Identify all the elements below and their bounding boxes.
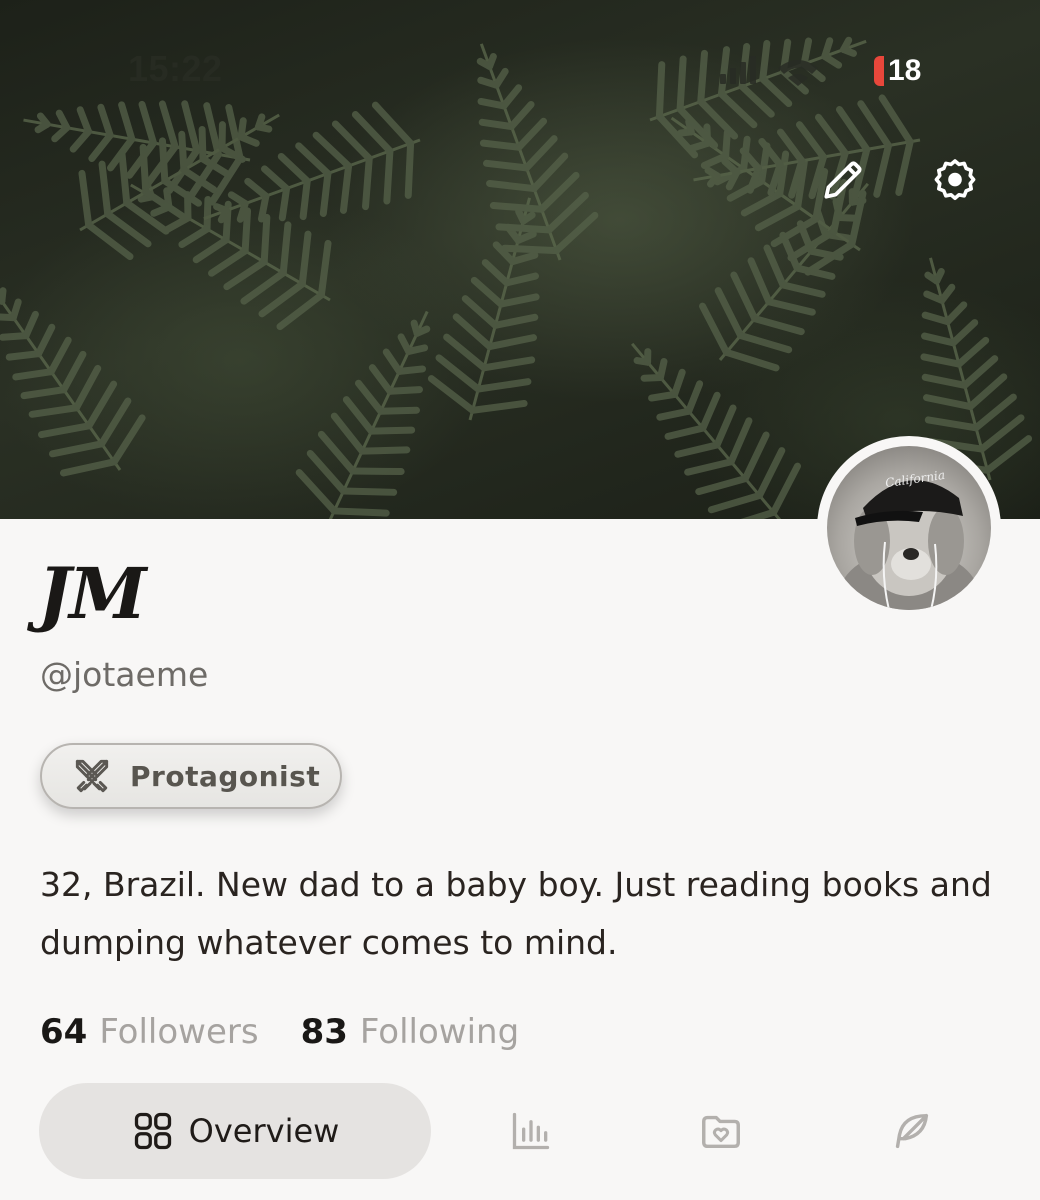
tab-stats[interactable] (503, 1103, 559, 1159)
display-name: JM (38, 552, 147, 635)
tab-collections[interactable] (693, 1103, 749, 1159)
badge-label: Protagonist (130, 759, 321, 793)
dog-with-cap-illustration (839, 480, 979, 610)
settings-button[interactable] (927, 152, 983, 208)
profile-bio: 32, Brazil. New dad to a baby boy. Just … (40, 865, 992, 962)
edit-profile-button[interactable] (815, 152, 871, 208)
battery-level: 18 (888, 54, 922, 87)
avatar[interactable]: California (817, 436, 1001, 620)
followers-label[interactable]: Followers (99, 1012, 258, 1052)
battery-fill (874, 56, 884, 86)
username-handle: @jotaeme (40, 655, 209, 694)
feather-icon (895, 1113, 929, 1149)
signal-wifi-icon (720, 56, 818, 86)
status-time: 15:22 (128, 48, 223, 89)
avatar-photo: California (827, 446, 991, 610)
battery-indicator: 18 (874, 54, 921, 88)
folder-heart-icon (702, 1115, 740, 1149)
following-count[interactable]: 83 (301, 1012, 348, 1052)
grid-icon (134, 1112, 171, 1150)
following-label[interactable]: Following (360, 1012, 519, 1052)
pencil-icon (824, 161, 862, 199)
follow-stats: 64 Followers 83 Following (40, 1012, 561, 1052)
tab-overview[interactable]: Overview (39, 1083, 431, 1179)
tab-overview-label: Overview (188, 1112, 340, 1150)
crossed-swords-icon (75, 759, 109, 793)
tab-writing[interactable] (883, 1103, 939, 1159)
protagonist-badge[interactable]: Protagonist (40, 743, 342, 809)
gear-icon (934, 159, 976, 200)
followers-count[interactable]: 64 (40, 1012, 87, 1052)
bar-chart-icon (512, 1112, 550, 1150)
